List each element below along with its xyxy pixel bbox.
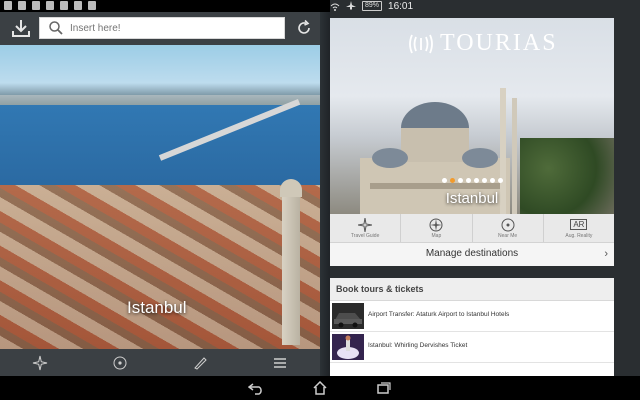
tour-title: Airport Transfer: Ataturk Airport to Ist… bbox=[368, 311, 510, 318]
bosphorus-water bbox=[0, 105, 320, 195]
sparkle-icon bbox=[32, 355, 48, 370]
menu-button[interactable] bbox=[271, 354, 289, 372]
feature-map[interactable]: Map bbox=[401, 214, 473, 242]
brand-name: TOURIAS bbox=[440, 30, 558, 56]
bottom-nav bbox=[0, 349, 320, 376]
compass-star-icon bbox=[357, 217, 373, 232]
clock: 16:01 bbox=[388, 0, 414, 12]
bb-icon bbox=[32, 1, 40, 10]
explore-button[interactable] bbox=[31, 354, 49, 372]
media-icon bbox=[46, 1, 54, 10]
target-icon bbox=[500, 218, 516, 232]
usb-icon bbox=[4, 1, 12, 10]
destination-hero[interactable]: TOURIAS Istanbul bbox=[330, 18, 614, 214]
brand-logo: TOURIAS bbox=[408, 30, 558, 57]
top-toolbar bbox=[0, 12, 320, 45]
manage-label: Manage destinations bbox=[425, 248, 519, 259]
feature-travel-guide[interactable]: Travel Guide bbox=[330, 214, 402, 242]
carousel-dot[interactable] bbox=[474, 178, 479, 183]
carousel-dot[interactable] bbox=[490, 178, 495, 183]
search-icon bbox=[49, 21, 63, 35]
carousel-dot[interactable] bbox=[466, 178, 471, 183]
ar-icon: AR bbox=[570, 218, 588, 232]
android-icon bbox=[74, 1, 82, 10]
edit-button[interactable] bbox=[191, 354, 209, 372]
airplane-icon bbox=[346, 1, 356, 10]
pen-icon bbox=[194, 356, 207, 370]
tours-header: Book tours & tickets bbox=[330, 278, 614, 301]
wifi-icon bbox=[330, 3, 340, 11]
carousel-dot[interactable] bbox=[498, 178, 503, 183]
manage-destinations-button[interactable]: Manage destinations › bbox=[330, 242, 614, 266]
destination-panel: TOURIAS Istanbul Travel Guide Map Near M… bbox=[330, 12, 640, 376]
feature-bar: Travel Guide Map Near Me AR Aug. Reality bbox=[330, 214, 614, 242]
refresh-icon[interactable] bbox=[295, 19, 313, 37]
feature-augmented-reality[interactable]: AR Aug. Reality bbox=[544, 214, 614, 242]
store-icon bbox=[88, 1, 96, 10]
compass-rose-icon bbox=[428, 218, 444, 232]
galata-tower bbox=[280, 179, 302, 345]
car-thumbnail bbox=[332, 303, 364, 329]
rooftops bbox=[0, 185, 320, 361]
gallery-icon bbox=[18, 1, 26, 10]
system-nav-bar bbox=[0, 376, 640, 400]
feature-label: Aug. Reality bbox=[565, 232, 593, 239]
tour-item[interactable]: Istanbul: Whirling Dervishes Ticket bbox=[330, 332, 614, 363]
hamburger-icon bbox=[274, 357, 286, 368]
home-icon[interactable] bbox=[312, 381, 328, 395]
location-button[interactable] bbox=[111, 354, 129, 372]
battery-indicator: 89% bbox=[362, 1, 383, 11]
tourias-logo-icon bbox=[409, 34, 433, 53]
city-panel: Istanbul bbox=[0, 12, 320, 376]
dervish-thumbnail bbox=[332, 334, 364, 360]
feature-label: Travel Guide bbox=[350, 232, 380, 239]
tour-item[interactable]: Airport Transfer: Ataturk Airport to Ist… bbox=[330, 301, 614, 332]
feature-label: Near Me bbox=[498, 232, 518, 239]
carousel-dot[interactable] bbox=[458, 178, 463, 183]
feature-near-me[interactable]: Near Me bbox=[473, 214, 544, 242]
search-input[interactable] bbox=[68, 21, 272, 35]
carousel-dot[interactable] bbox=[450, 178, 455, 183]
download-icon[interactable] bbox=[11, 18, 31, 38]
feature-label: Map bbox=[431, 232, 442, 239]
tours-section: Book tours & tickets Airport Transfer: A… bbox=[330, 278, 614, 376]
chevron-right-icon: › bbox=[604, 248, 608, 260]
panel-divider bbox=[320, 12, 330, 376]
carousel-dot[interactable] bbox=[442, 178, 447, 183]
target-icon bbox=[113, 356, 127, 369]
city-label: Istanbul bbox=[127, 298, 187, 317]
carousel-dot[interactable] bbox=[482, 178, 487, 183]
destination-title: Istanbul bbox=[445, 190, 499, 207]
status-bar: 89% 16:01 bbox=[0, 0, 640, 12]
notification-icons bbox=[4, 1, 96, 10]
download-icon bbox=[60, 1, 68, 10]
carousel-dots[interactable] bbox=[442, 178, 503, 183]
tour-title: Istanbul: Whirling Dervishes Ticket bbox=[368, 342, 468, 349]
search-box[interactable] bbox=[39, 17, 285, 39]
back-icon[interactable] bbox=[248, 381, 264, 395]
recent-apps-icon[interactable] bbox=[376, 381, 392, 395]
